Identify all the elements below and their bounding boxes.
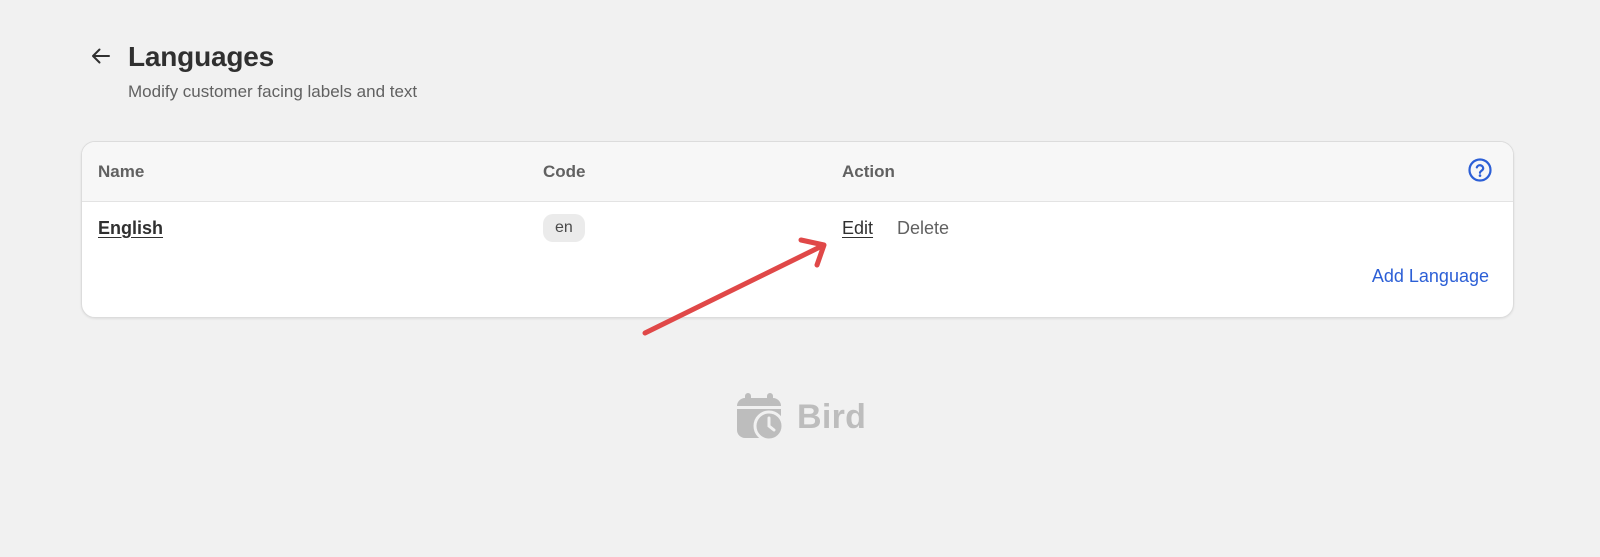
edit-button[interactable]: Edit <box>842 218 873 239</box>
column-header-name: Name <box>98 162 145 181</box>
delete-button[interactable]: Delete <box>897 218 949 239</box>
page-subtitle: Modify customer facing labels and text <box>128 82 418 101</box>
bird-watermark: Bird <box>735 392 866 442</box>
watermark-text: Bird <box>797 397 867 436</box>
language-code-badge: en <box>543 214 585 242</box>
back-button[interactable] <box>86 41 116 71</box>
table-row: English en Edit Delete <box>82 202 1513 254</box>
code-cell: en <box>543 202 585 254</box>
calendar-clock-icon <box>737 393 785 442</box>
question-circle-icon <box>1468 158 1492 182</box>
languages-table-card: Name Code Action English en Edit Delete <box>81 141 1514 318</box>
add-language-button[interactable]: Add Language <box>1372 266 1489 287</box>
title-block: Languages Modify customer facing labels … <box>128 40 417 102</box>
page-header: Languages Modify customer facing labels … <box>86 40 417 102</box>
help-button[interactable] <box>1467 157 1493 183</box>
name-cell: English <box>98 202 163 254</box>
arrow-left-icon <box>92 48 110 64</box>
column-header-code: Code <box>543 162 586 181</box>
table-header: Name Code Action <box>82 142 1513 202</box>
page-title: Languages <box>128 41 275 72</box>
language-name-link[interactable]: English <box>98 218 163 239</box>
action-cell: Edit Delete <box>842 202 949 254</box>
column-header-action: Action <box>842 162 895 181</box>
languages-page: Languages Modify customer facing labels … <box>0 0 1600 557</box>
